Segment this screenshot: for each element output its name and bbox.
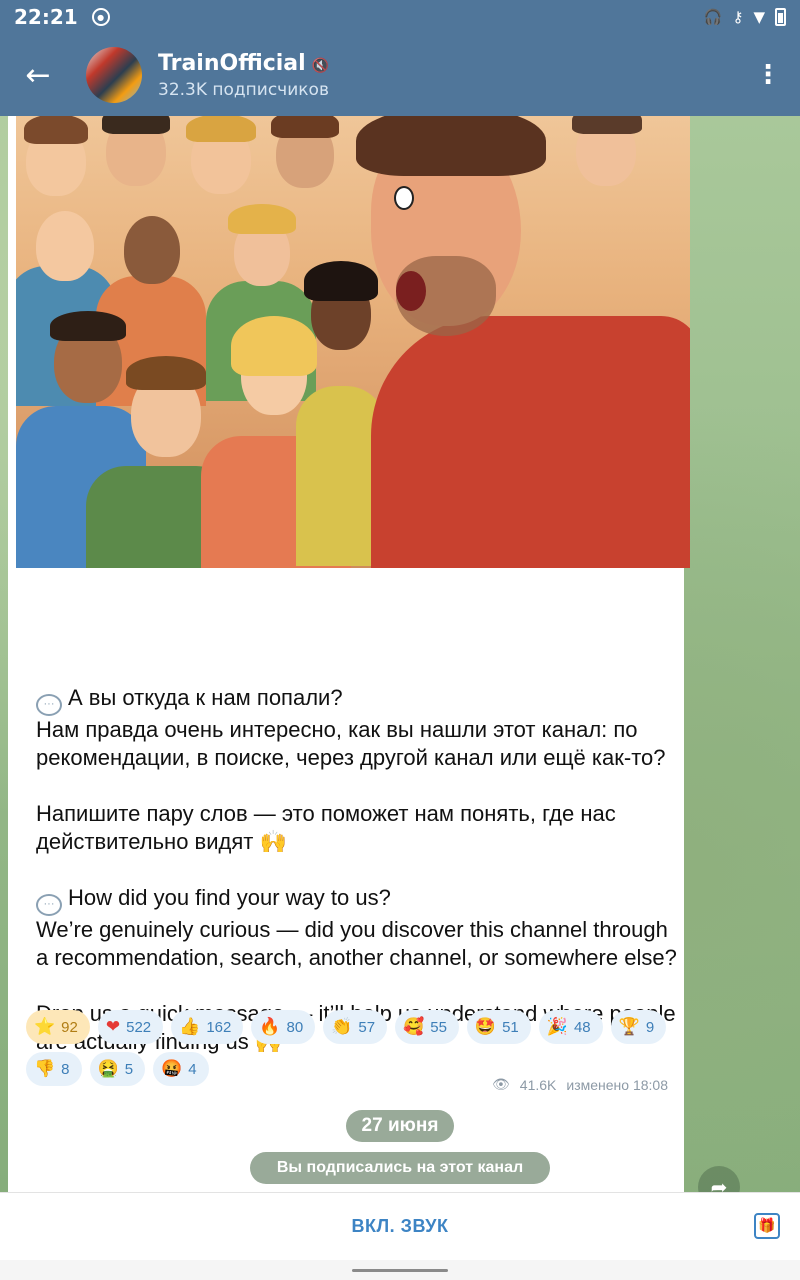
reaction-count: 48 [573,1018,591,1036]
gift-icon[interactable]: 🎁 [754,1213,780,1239]
thumbs-up-icon: 👍 [179,1017,201,1036]
reaction-clap[interactable]: 👏 57 [323,1010,388,1044]
date-separator: 27 июня [346,1110,454,1142]
reaction-count: 55 [430,1018,447,1036]
reaction-thumbs-up[interactable]: 👍 162 [171,1010,244,1044]
reaction-count: 522 [126,1018,152,1036]
key-icon: ⚷ [732,8,744,26]
text-line: А вы откуда к нам попали? [68,685,343,710]
reaction-count: 4 [188,1060,197,1078]
system-icons: 🎧 ⚷ ▼ [704,8,786,26]
love-face-icon: 🥰 [403,1017,425,1036]
reaction-love-face[interactable]: 🥰 55 [395,1010,459,1044]
trophy-icon: 🏆 [618,1017,640,1036]
reaction-trophy[interactable]: 🏆 9 [610,1010,667,1044]
text-line: Напишите пару слов — это поможет нам пон… [36,801,616,854]
reaction-thumbs-down[interactable]: 👎 8 [26,1052,82,1086]
reaction-count: 57 [358,1018,376,1036]
status-bar: 22:21 ● 🎧 ⚷ ▼ [0,0,800,34]
battery-icon [775,8,786,26]
thumbs-down-icon: 👎 [34,1059,56,1078]
muted-icon: 🔇 [311,57,330,74]
reaction-star-eyes[interactable]: 🤩 51 [466,1010,531,1044]
reaction-count: 92 [61,1018,78,1036]
text-line: We’re genuinely curious — did you discov… [36,917,677,970]
system-message: Вы подписались на этот канал [250,1152,550,1184]
sick-face-icon: 🤮 [97,1059,119,1078]
reactions-row: ⭐ 92 ❤ 522 👍 162 🔥 80 👏 57 🥰 55 🤩 51 🎉 48 🏆 9 👎 8 … [26,1010,674,1086]
chat-header: ← TrainOfficial 🔇 32.3K подписчиков ⋮ [0,34,800,116]
party-icon: 🎉 [546,1017,568,1036]
subscriber-count: 32.3K подписчиков [158,79,329,100]
reaction-sick[interactable]: 🤮 5 [89,1052,146,1086]
navigation-bar [0,1260,800,1280]
bottom-bar: ВКЛ. ЗВУК 🎁 [0,1192,800,1260]
message-meta: 👁 41.6K изменено 18:08 [492,1076,668,1093]
arrow-left-icon[interactable]: ← [0,34,76,116]
share-icon[interactable]: ➦ [698,1166,740,1192]
eye-icon: 👁 [492,1076,510,1092]
channel-name: TrainOfficial [158,50,306,76]
reaction-star[interactable]: ⭐ 92 [26,1010,90,1044]
headphones-icon: 🎧 [703,8,723,26]
message-text: ··· А вы откуда к нам попали? Нам правда … [36,684,686,1056]
speech-bubble-icon: ··· [36,894,62,916]
fire-icon: 🔥 [259,1017,281,1036]
channel-avatar[interactable] [86,47,142,103]
reaction-count: 80 [286,1018,304,1036]
view-count: 41.6K [519,1076,557,1093]
reaction-count: 9 [645,1018,655,1036]
more-vertical-icon[interactable]: ⋮ [736,60,800,90]
reaction-count: 51 [502,1018,519,1036]
reaction-cursing[interactable]: 🤬 4 [153,1052,209,1086]
edited-time: изменено 18:08 [566,1076,668,1093]
wifi-icon: ▼ [753,8,765,26]
channel-info[interactable]: TrainOfficial 🔇 32.3K подписчиков [158,51,329,100]
cursing-face-icon: 🤬 [161,1059,183,1078]
reaction-party[interactable]: 🎉 48 [538,1010,603,1044]
text-line: How did you find your way to us? [68,885,391,910]
speech-bubble-icon: ··· [36,694,62,716]
text-line: Нам правда очень интересно, как вы нашли… [36,717,666,770]
star-eyes-icon: 🤩 [474,1017,497,1036]
reaction-count: 8 [61,1060,70,1078]
reaction-fire[interactable]: 🔥 80 [251,1010,316,1044]
message-image[interactable] [16,116,690,568]
clap-icon: 👏 [331,1017,353,1036]
heart-icon: ❤ [105,1017,121,1036]
reaction-count: 162 [206,1018,232,1036]
star-icon: ⭐ [34,1017,56,1036]
reaction-heart[interactable]: ❤ 522 [97,1010,164,1044]
reaction-count: 5 [124,1060,134,1078]
status-time: 22:21 [14,5,78,29]
record-icon: ● [91,8,110,26]
unmute-button[interactable]: ВКЛ. ЗВУК [352,1216,449,1237]
home-handle[interactable] [352,1269,448,1272]
